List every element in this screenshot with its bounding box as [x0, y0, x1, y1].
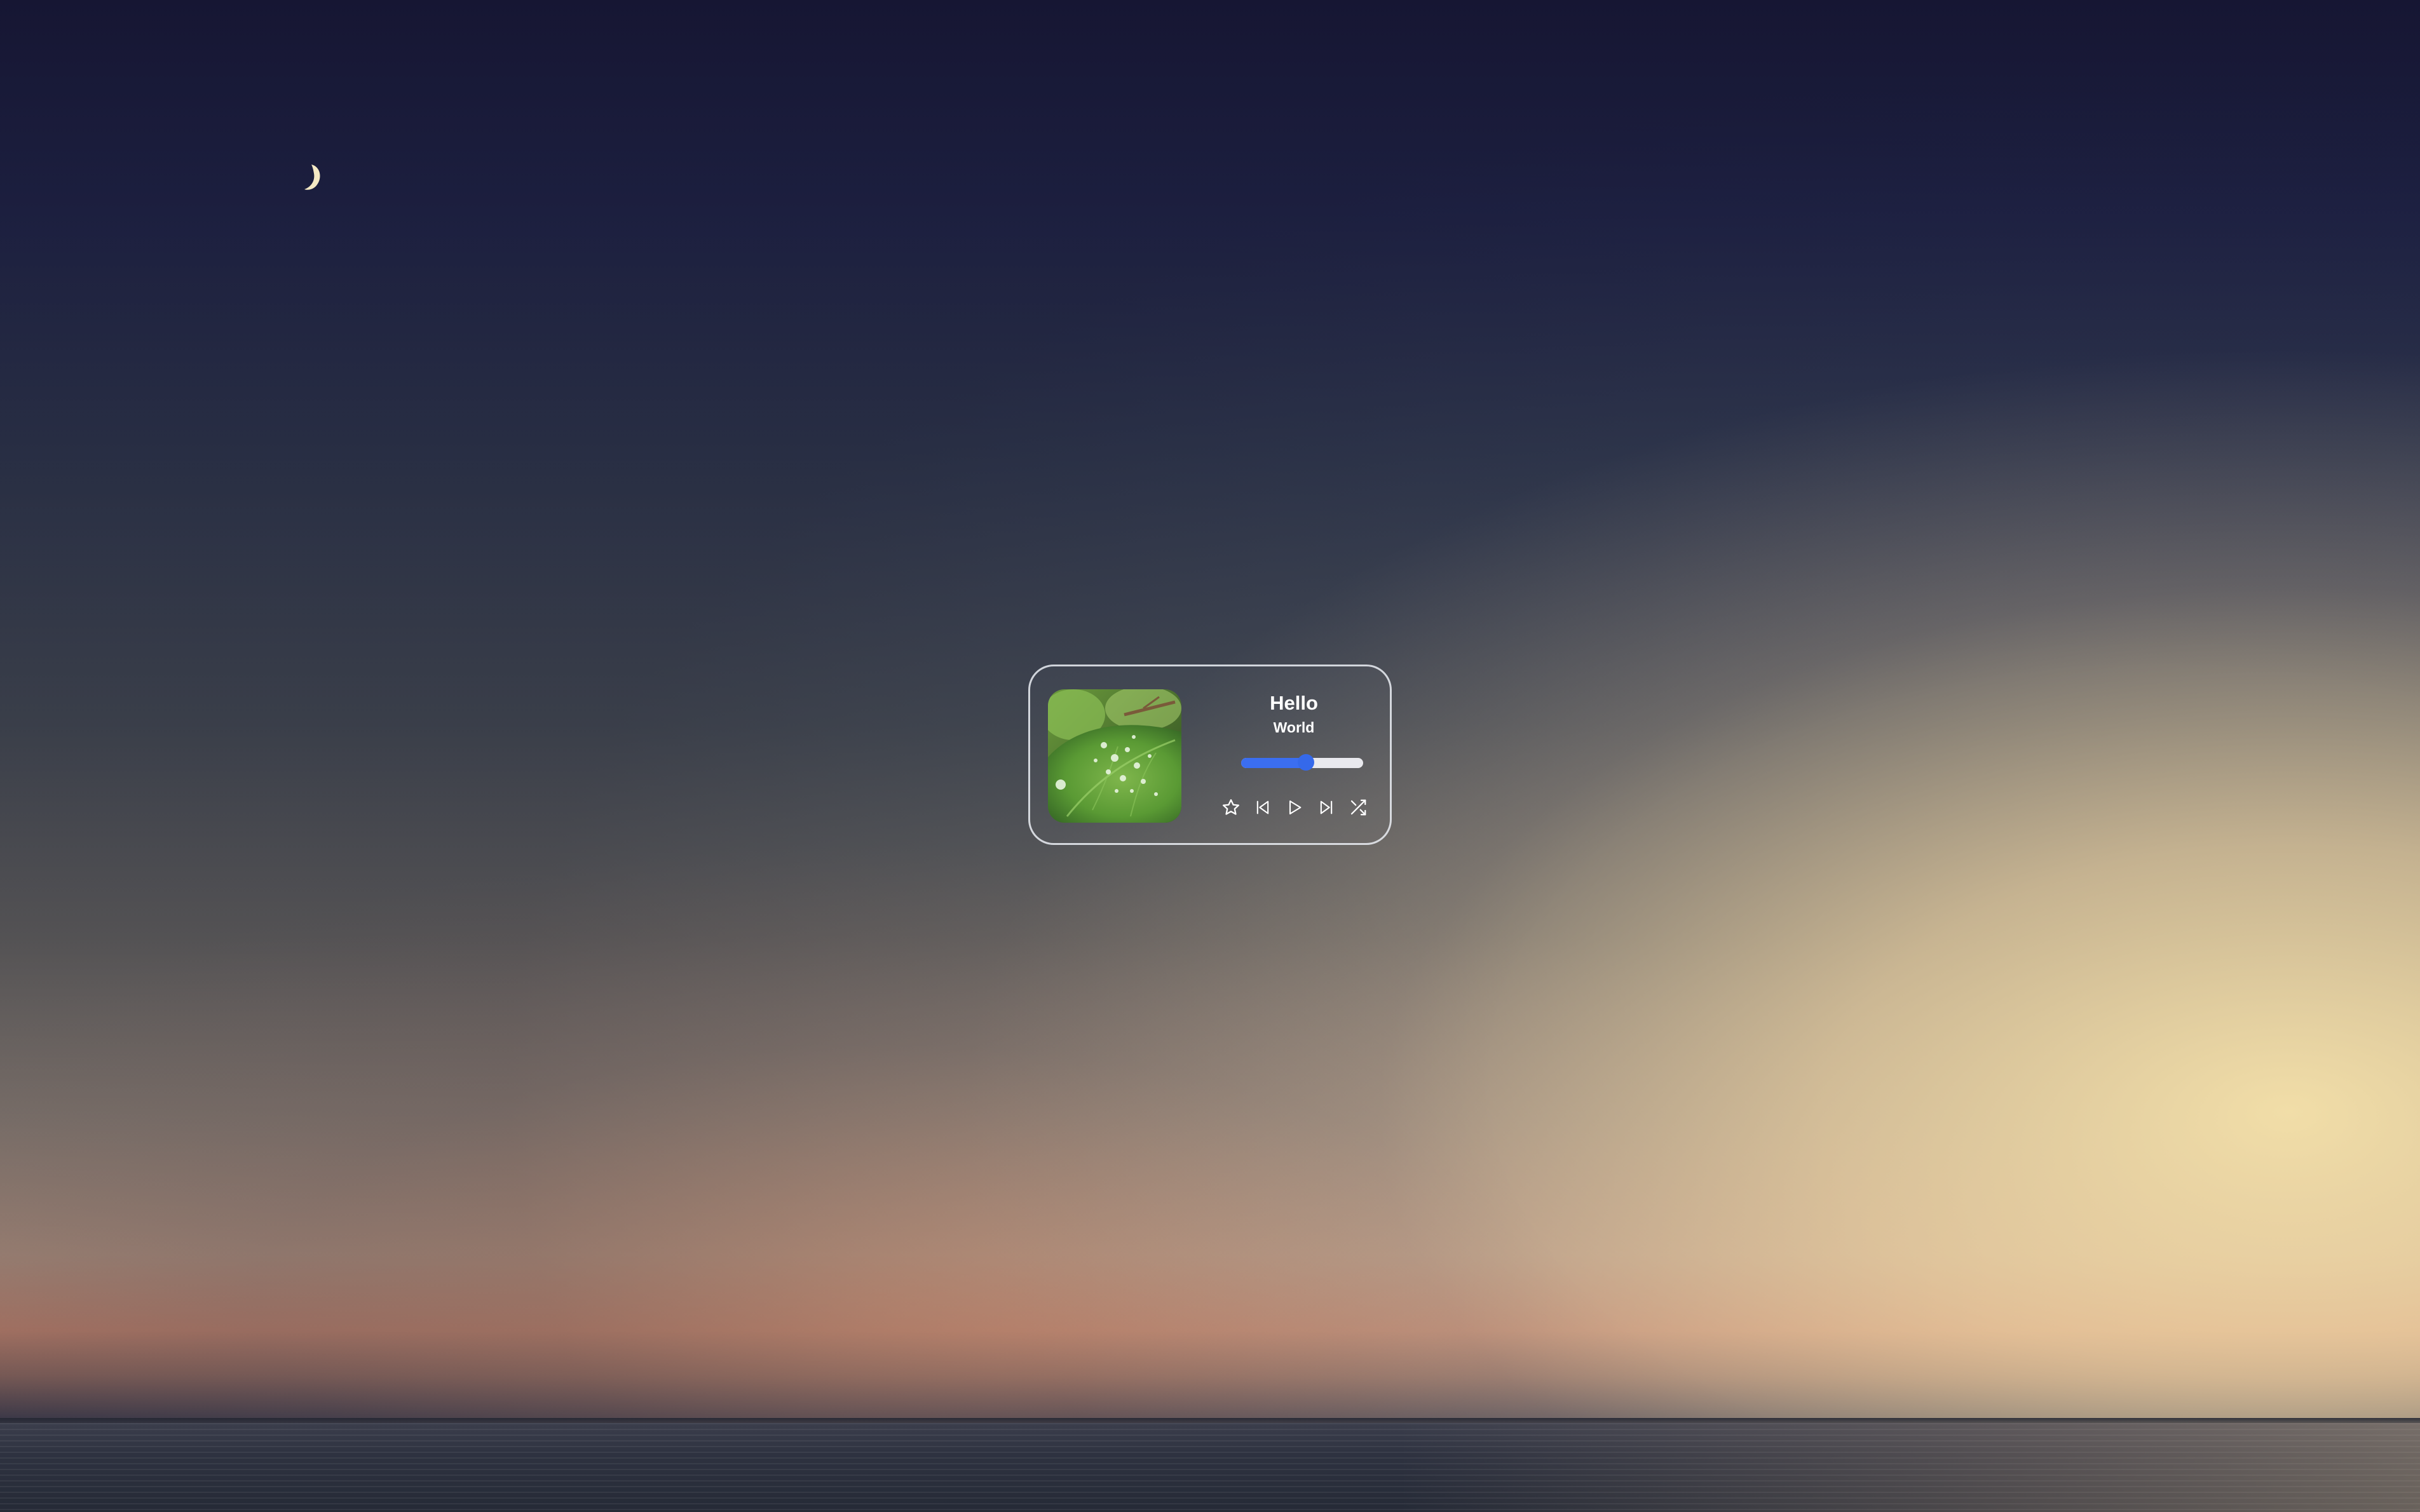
progress-slider-thumb[interactable] [1297, 754, 1314, 771]
track-artist: World [1273, 719, 1315, 736]
favorite-button[interactable] [1218, 795, 1244, 820]
sea-glow [1398, 1423, 2420, 1512]
music-player-widget: Hello World [1028, 665, 1392, 845]
moon-icon [304, 165, 320, 190]
progress-slider[interactable] [1241, 754, 1363, 771]
previous-button[interactable] [1250, 795, 1275, 820]
skip-forward-icon [1320, 800, 1333, 814]
skip-back-icon [1256, 800, 1269, 814]
shuffle-button[interactable] [1345, 795, 1371, 820]
progress-slider-fill [1241, 758, 1306, 768]
album-art [1048, 689, 1181, 823]
play-icon [1289, 800, 1302, 814]
shuffle-icon [1350, 799, 1366, 816]
track-title: Hello [1270, 692, 1318, 714]
leaf-with-water-drops-image [1048, 689, 1181, 823]
playback-controls [1218, 793, 1371, 821]
star-icon [1223, 799, 1239, 815]
play-button[interactable] [1282, 795, 1307, 820]
next-button[interactable] [1314, 795, 1339, 820]
